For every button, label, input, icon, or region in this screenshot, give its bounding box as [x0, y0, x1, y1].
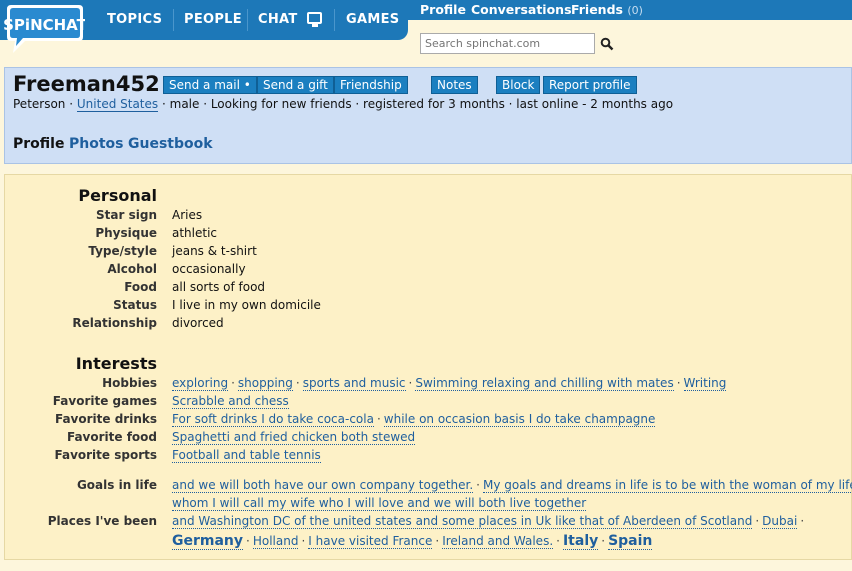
personal-value: Aries [172, 208, 203, 222]
friends-count: (0) [627, 4, 643, 17]
spinchat-logo[interactable]: SPiNCHAT [3, 3, 85, 55]
personal-value: jeans & t-shirt [172, 244, 257, 258]
toplink-conversations[interactable]: Conversations [471, 2, 572, 17]
search-input[interactable] [420, 33, 595, 54]
toplink-friends[interactable]: Friends [571, 2, 623, 17]
goal-link[interactable]: My goals and dreams in life is to be wit… [482, 478, 852, 493]
tab-photos[interactable]: Photos [69, 136, 124, 152]
drinks-links: For soft drinks I do take coca-cola · whil… [172, 412, 656, 427]
place-link-italy[interactable]: Italy [562, 533, 599, 550]
place-link-spain[interactable]: Spain [608, 533, 653, 550]
search-icon[interactable] [600, 37, 614, 51]
place-link[interactable]: I have visited France [308, 534, 433, 549]
interest-label-places: Places I've been [47, 514, 157, 528]
nav-divider [334, 9, 335, 31]
profile-country-link[interactable]: United States [76, 97, 159, 112]
hobby-link[interactable]: exploring [172, 376, 229, 391]
nav-divider [247, 9, 248, 31]
place-link[interactable]: Dubai [762, 514, 798, 529]
interest-label-food: Favorite food [66, 430, 157, 444]
section-title-personal: Personal [78, 186, 157, 205]
personal-value: all sorts of food [172, 280, 266, 294]
main-nav: SPiNCHAT TOPICS PEOPLE CHAT GAMES [0, 0, 408, 53]
friendship-button[interactable]: Friendship [334, 76, 408, 94]
goals-links-line2: whom I will call my wife who I will love… [172, 496, 587, 511]
interest-label-hobbies: Hobbies [102, 376, 157, 390]
food-link[interactable]: Spaghetti and fried chicken both stewed [172, 430, 416, 445]
personal-label: Status [113, 298, 157, 312]
tab-profile[interactable]: Profile [13, 136, 64, 152]
hobby-link[interactable]: shopping [237, 376, 293, 391]
profile-info-details: male · Looking for new friends · registe… [169, 97, 674, 111]
interest-label-goals: Goals in life [76, 478, 157, 492]
personal-label: Relationship [72, 316, 157, 330]
send-mail-button[interactable]: Send a mail • [163, 76, 257, 94]
toplink-profile[interactable]: Profile [420, 2, 466, 17]
sports-links: Football and table tennis [172, 448, 321, 463]
personal-value: I live in my own domicile [172, 298, 321, 312]
goals-links: and we will both have our own company to… [172, 478, 852, 493]
goal-link[interactable]: and we will both have our own company to… [172, 478, 474, 493]
personal-label: Alcohol [107, 262, 157, 276]
place-link-germany[interactable]: Germany [172, 533, 244, 550]
nav-people[interactable]: PEOPLE [184, 12, 242, 27]
hobby-link[interactable]: sports and music [302, 376, 406, 391]
food-links: Spaghetti and fried chicken both stewed [172, 430, 416, 445]
drink-link[interactable]: For soft drinks I do take coca-cola [172, 412, 374, 427]
personal-label: Physique [95, 226, 157, 240]
hobby-link[interactable]: Writing [683, 376, 727, 391]
hobby-link[interactable]: Swimming relaxing and chilling with mate… [415, 376, 674, 391]
notes-button[interactable]: Notes [431, 76, 478, 94]
hobbies-links: exploring · shopping · sports and music · Swim… [172, 376, 727, 391]
place-link[interactable]: Holland [252, 534, 299, 549]
personal-value: athletic [172, 226, 218, 240]
nav-topics[interactable]: TOPICS [107, 12, 162, 27]
personal-label: Food [124, 280, 157, 294]
nav-divider [173, 9, 174, 31]
personal-label: Type/style [88, 244, 157, 258]
personal-label: Star sign [96, 208, 157, 222]
places-links-line2: Germany · Holland · I have visited France · Ir… [172, 533, 653, 550]
drink-link[interactable]: while on occasion basis I do take champa… [383, 412, 656, 427]
sport-link[interactable]: Football and table tennis [172, 448, 321, 463]
logo-text: SPiNCHAT [3, 16, 85, 34]
interest-label-drinks: Favorite drinks [54, 412, 157, 426]
send-gift-button[interactable]: Send a gift [257, 76, 334, 94]
places-links: and Washington DC of the united states a… [172, 514, 805, 529]
report-profile-button[interactable]: Report profile [543, 76, 637, 94]
section-title-interests: Interests [75, 354, 157, 373]
place-link[interactable]: Ireland and Wales. [442, 534, 554, 549]
profile-name: Peterson [13, 97, 66, 111]
personal-value: occasionally [172, 262, 246, 276]
tab-guestbook[interactable]: Guestbook [128, 136, 213, 152]
monitor-icon [307, 12, 322, 27]
interest-label-games: Favorite games [52, 394, 157, 408]
block-button[interactable]: Block [496, 76, 541, 94]
game-link[interactable]: Scrabble and chess [172, 394, 289, 409]
nav-chat[interactable]: CHAT [258, 12, 298, 27]
nav-games[interactable]: GAMES [346, 12, 399, 27]
interest-label-sports: Favorite sports [54, 448, 157, 462]
personal-value: divorced [172, 316, 224, 330]
games-links: Scrabble and chess [172, 394, 289, 409]
profile-username: Freeman452 [13, 72, 160, 96]
profile-info-line: Peterson · United States · male · Lookin… [13, 97, 674, 112]
goal-link[interactable]: whom I will call my wife who I will love… [172, 496, 587, 511]
place-link[interactable]: and Washington DC of the united states a… [172, 514, 753, 529]
toplink-friends-wrap: Friends (0) [571, 2, 643, 17]
